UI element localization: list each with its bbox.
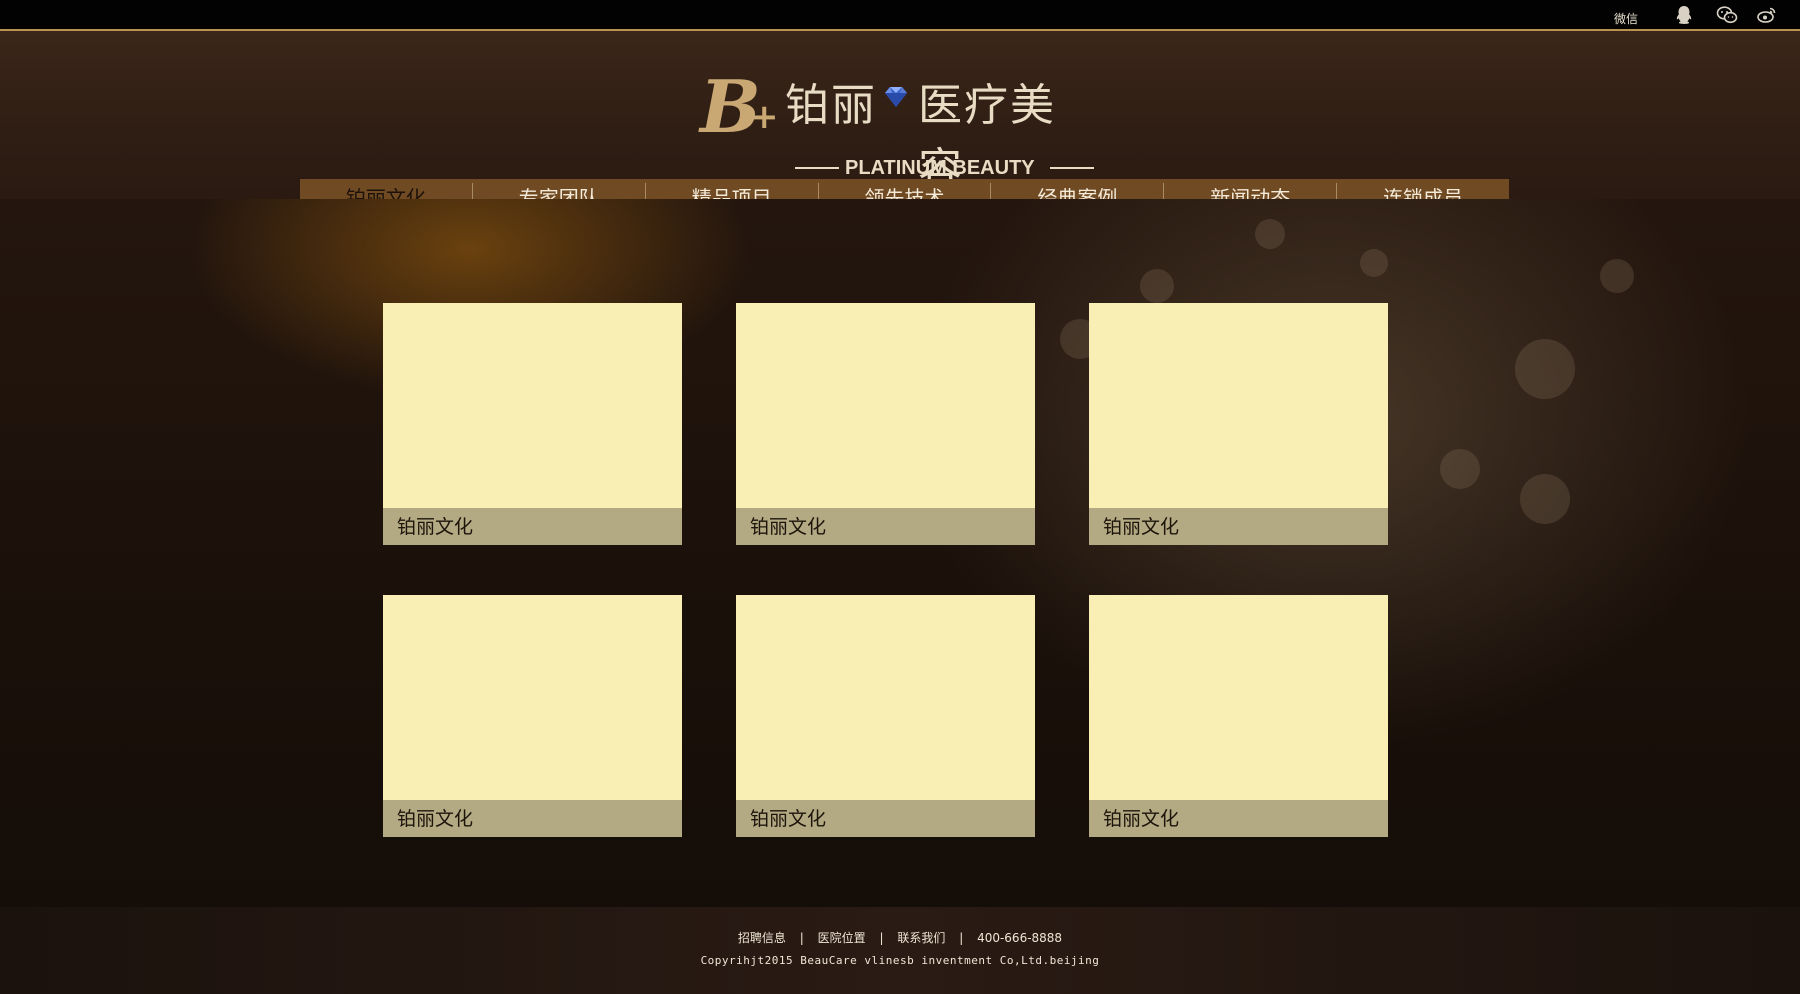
footer-link-contact[interactable]: 联系我们 [897,931,945,945]
site-logo[interactable]: B + 铂丽 医疗美容 PLATINUM BEAUTY [700,67,1100,195]
top-bar: 微信 [0,0,1800,31]
footer-link-location[interactable]: 医院位置 [818,931,866,945]
feature-card[interactable]: 铂丽文化 [1089,303,1388,545]
feature-card[interactable]: 铂丽文化 [1089,595,1388,837]
bokeh-decoration [1600,259,1634,293]
footer-separator: | [959,931,964,945]
card-caption: 铂丽文化 [1089,508,1388,545]
weibo-icon[interactable] [1756,4,1778,26]
footer-phone: 400-666-8888 [977,931,1063,945]
footer-link-recruitment[interactable]: 招聘信息 [738,931,786,945]
card-caption: 铂丽文化 [383,508,682,545]
bokeh-decoration [1360,249,1388,277]
wechat-text-link[interactable]: 微信 [1614,10,1638,27]
bokeh-decoration [1140,269,1174,303]
diamond-icon [885,87,907,107]
feature-card[interactable]: 铂丽文化 [383,595,682,837]
qq-icon[interactable] [1673,4,1695,26]
tagline-rule-right [1050,167,1094,169]
logo-mark-plus: + [750,97,779,137]
feature-card[interactable]: 铂丽文化 [736,595,1035,837]
footer-separator: | [799,931,804,945]
bokeh-decoration [1515,339,1575,399]
feature-card[interactable]: 铂丽文化 [383,303,682,545]
main-content: 铂丽文化 铂丽文化 铂丽文化 铂丽文化 铂丽文化 铂丽文化 [0,199,1800,907]
card-caption: 铂丽文化 [736,800,1035,837]
logo-tagline: PLATINUM BEAUTY [795,157,1095,179]
bokeh-decoration [1255,219,1285,249]
bokeh-decoration [1520,474,1570,524]
footer-separator: | [879,931,884,945]
feature-card[interactable]: 铂丽文化 [736,303,1035,545]
site-footer: 招聘信息 | 医院位置 | 联系我们 | 400-666-8888 Copyri… [0,907,1800,994]
logo-name-cn-1: 铂丽 [785,80,877,131]
footer-copyright: Copyrihjt2015 BeauCare vlinesb invent­me… [700,954,1100,967]
card-caption: 铂丽文化 [1089,800,1388,837]
bokeh-decoration [1440,449,1480,489]
tagline-rule-left [795,167,839,169]
card-caption: 铂丽文化 [383,800,682,837]
logo-name-en: PLATINUM BEAUTY [845,157,1035,179]
footer-links: 招聘信息 | 医院位置 | 联系我们 | 400-666-8888 [0,929,1800,946]
wechat-icon[interactable] [1716,4,1738,26]
site-header: B + 铂丽 医疗美容 PLATINUM BEAUTY [0,31,1800,199]
card-caption: 铂丽文化 [736,508,1035,545]
